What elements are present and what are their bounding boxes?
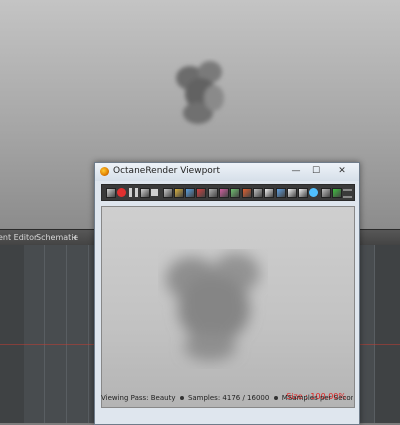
stop-icon[interactable] xyxy=(151,189,159,196)
window-titlebar[interactable]: OctaneRender Viewport — ☐ ✕ xyxy=(95,163,359,181)
viewport-toolbar xyxy=(101,184,355,201)
window-title: OctaneRender Viewport xyxy=(113,166,221,176)
statistics-icon[interactable] xyxy=(332,188,342,198)
import-icon[interactable] xyxy=(298,188,309,198)
record-icon[interactable] xyxy=(117,188,127,197)
picker-icon[interactable] xyxy=(241,188,252,198)
tab-ent-editor[interactable]: ent Editor xyxy=(0,233,37,242)
export-icon[interactable] xyxy=(286,188,297,198)
render-preview[interactable]: Size : 100.00% xyxy=(101,206,355,408)
minimize-button[interactable]: — xyxy=(285,165,307,177)
smoke-volume-object xyxy=(176,61,224,124)
sphere-icon[interactable] xyxy=(309,188,319,197)
lens-icon[interactable] xyxy=(207,188,218,198)
grid-right-strip xyxy=(375,245,400,423)
film-icon[interactable] xyxy=(219,188,229,198)
light-icon[interactable] xyxy=(275,188,286,198)
grid-left-strip xyxy=(0,245,24,423)
status-dot-icon xyxy=(273,396,278,400)
more-icon[interactable] xyxy=(343,189,353,198)
cube-icon[interactable] xyxy=(185,188,196,198)
camera-icon[interactable] xyxy=(252,188,263,198)
octane-render-viewport-window[interactable]: OctaneRender Viewport — ☐ ✕ Size : 100.0… xyxy=(94,162,360,425)
samples-status: Samples: 4176 xyxy=(187,394,241,402)
sun-icon[interactable] xyxy=(264,188,275,198)
close-button[interactable]: ✕ xyxy=(331,165,353,177)
samples-total-status: / 16000 xyxy=(242,394,270,402)
maximize-button[interactable]: ☐ xyxy=(305,165,327,177)
expand-icon[interactable] xyxy=(106,188,116,198)
add-tab-button[interactable]: + xyxy=(72,233,79,242)
octane-logo-icon xyxy=(100,167,109,176)
region-icon[interactable] xyxy=(162,188,173,198)
status-bar: Viewing Pass: Beauty Samples: 4176 / 160… xyxy=(101,394,353,406)
rendered-smoke-volume xyxy=(166,253,260,361)
render-settings-icon[interactable] xyxy=(320,188,331,198)
restart-icon[interactable] xyxy=(139,188,150,198)
pause-icon[interactable] xyxy=(128,188,138,197)
status-dot-icon xyxy=(179,396,184,400)
focus-icon[interactable] xyxy=(196,188,207,198)
material-icon[interactable] xyxy=(230,188,241,198)
viewing-pass-status: Viewing Pass: Beauty xyxy=(101,394,176,402)
lock-icon[interactable] xyxy=(173,188,184,198)
msamples-status: MSamples per Second: 106.14 ... xyxy=(281,394,353,402)
